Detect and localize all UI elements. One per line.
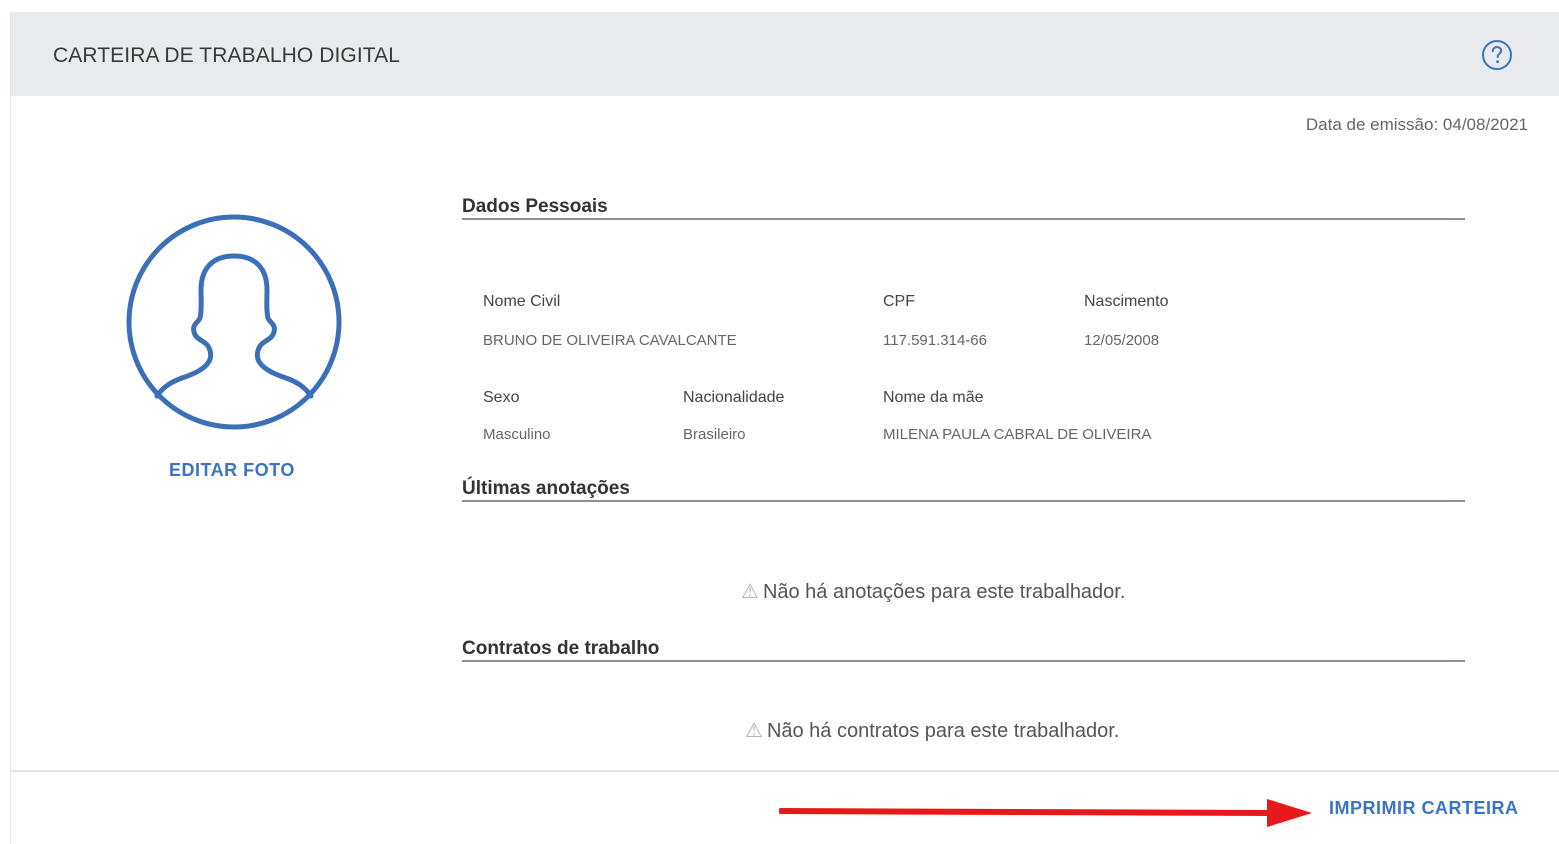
red-arrow-icon <box>778 796 1314 830</box>
question-circle-icon[interactable] <box>1481 39 1513 71</box>
annotations-empty-message: ⚠ Não há anotações para este trabalhador. <box>741 579 1125 604</box>
field-label-cpf: CPF <box>883 293 915 310</box>
section-divider <box>462 218 1465 220</box>
section-divider <box>462 660 1465 662</box>
contracts-empty-text: Não há contratos para este trabalhador. <box>766 720 1120 742</box>
field-value-nome-civil: BRUNO DE OLIVEIRA CAVALCANTE <box>483 332 737 349</box>
field-label-nacionalidade: Nacionalidade <box>683 389 785 406</box>
field-value-cpf: 117.591.314-66 <box>883 332 987 349</box>
issue-date: Data de emissão: 04/08/2021 <box>1305 115 1528 134</box>
field-value-nome-mae: MILENA PAULA CABRAL DE OLIVEIRA <box>883 426 1152 443</box>
warning-icon: ⚠ <box>741 581 759 603</box>
field-value-nascimento: 12/05/2008 <box>1084 332 1160 349</box>
ctps-card: CARTEIRA DE TRABALHO DIGITAL Data de emi… <box>10 12 1559 844</box>
field-label-sexo: Sexo <box>483 389 520 406</box>
edit-photo-link[interactable]: EDITAR FOTO <box>169 460 295 481</box>
field-value-sexo: Masculino <box>483 426 551 443</box>
print-card-button[interactable]: IMPRIMIR CARTEIRA <box>1329 798 1519 819</box>
field-value-nacionalidade: Brasileiro <box>683 426 746 443</box>
page-title: CARTEIRA DE TRABALHO DIGITAL <box>53 44 401 67</box>
section-title-contracts: Contratos de trabalho <box>462 638 660 659</box>
warning-icon: ⚠ <box>745 720 763 742</box>
field-label-nascimento: Nascimento <box>1084 293 1169 310</box>
user-avatar-icon <box>124 212 344 432</box>
section-title-annotations: Últimas anotações <box>462 478 630 499</box>
page: CARTEIRA DE TRABALHO DIGITAL Data de emi… <box>0 0 1559 844</box>
field-label-nome-mae: Nome da mãe <box>883 389 984 406</box>
annotations-empty-text: Não há anotações para este trabalhador. <box>762 581 1126 603</box>
card-header: CARTEIRA DE TRABALHO DIGITAL <box>11 12 1559 96</box>
section-title-personal-data: Dados Pessoais <box>462 196 608 217</box>
section-divider <box>462 500 1465 502</box>
contracts-empty-message: ⚠ Não há contratos para este trabalhador. <box>745 718 1119 743</box>
footer-divider <box>11 770 1559 772</box>
field-label-nome-civil: Nome Civil <box>483 293 561 310</box>
